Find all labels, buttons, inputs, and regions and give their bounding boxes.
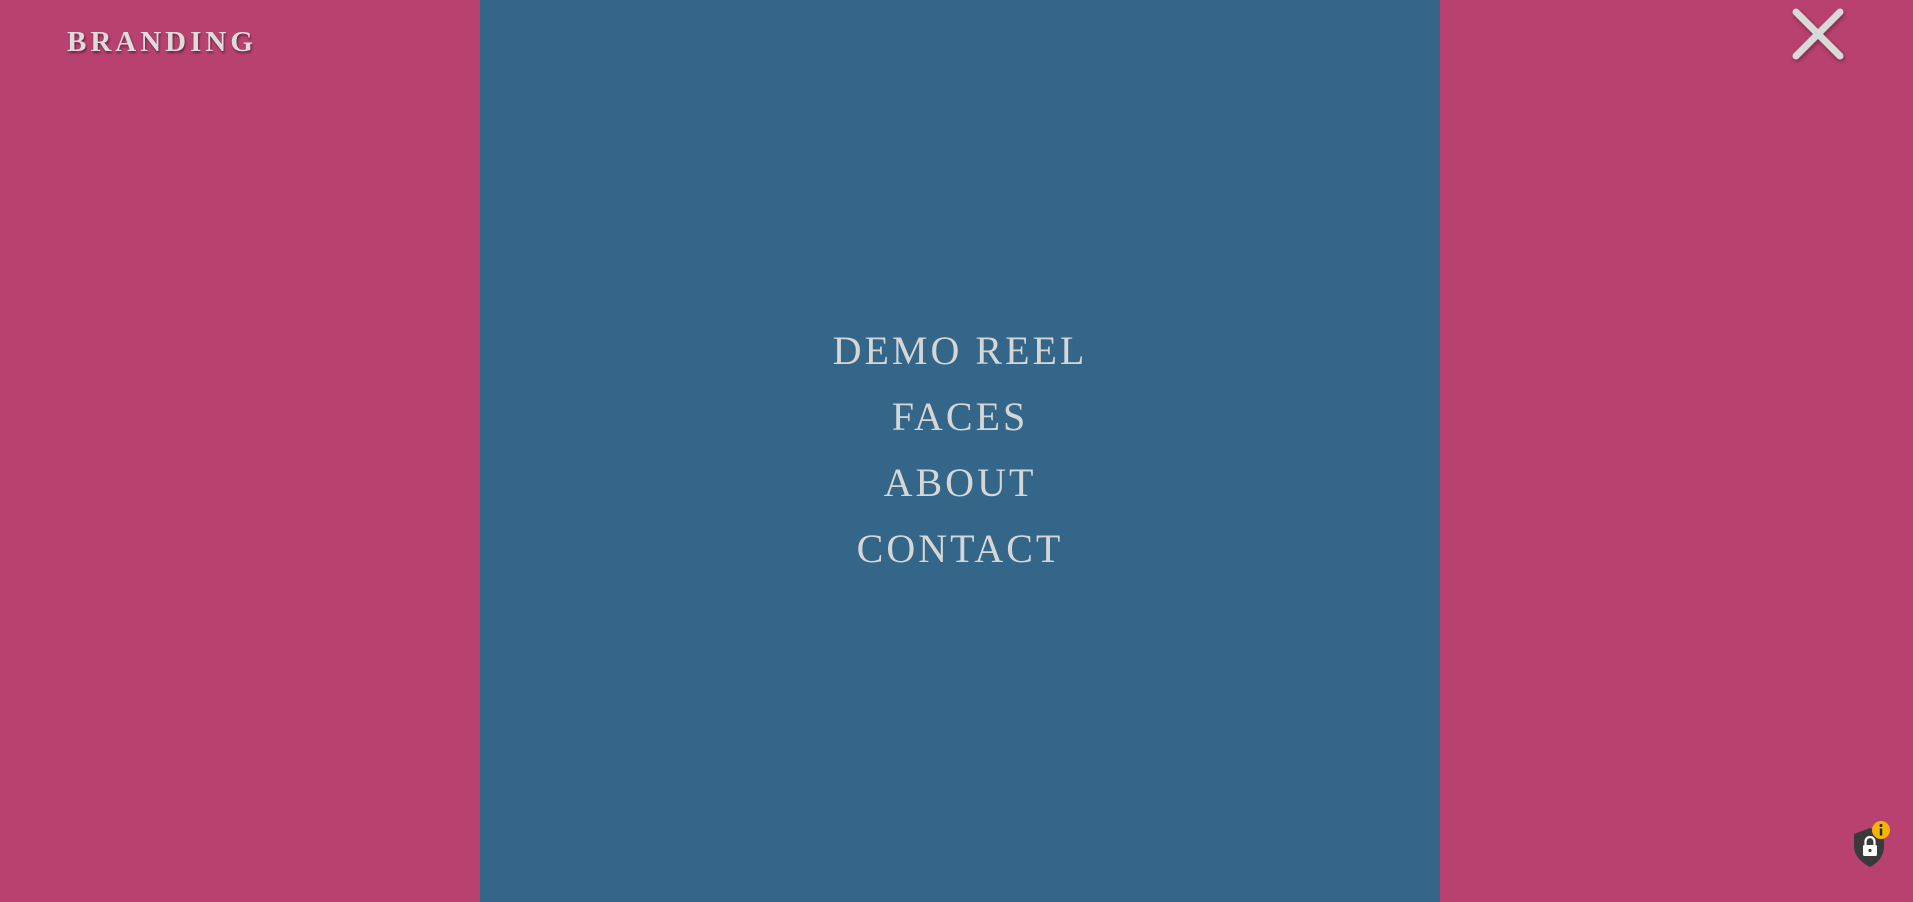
brand-logo[interactable]: BRANDING <box>67 26 257 59</box>
menu-item-contact: CONTACT <box>480 516 1440 582</box>
menu-link-faces[interactable]: FACES <box>892 394 1029 439</box>
info-icon <box>1872 821 1890 839</box>
shield-lock-icon <box>1854 821 1890 867</box>
menu-item-faces: FACES <box>480 384 1440 450</box>
right-panel <box>1440 0 1913 902</box>
menu-link-contact[interactable]: CONTACT <box>857 526 1064 571</box>
page: BRANDING DEMO REEL FACES ABOUT CONTACT <box>0 0 1913 902</box>
main-nav-menu: DEMO REEL FACES ABOUT CONTACT <box>480 318 1440 582</box>
menu-item-demo-reel: DEMO REEL <box>480 318 1440 384</box>
close-menu-button[interactable] <box>1790 6 1846 62</box>
menu-link-demo-reel[interactable]: DEMO REEL <box>833 328 1088 373</box>
privacy-settings-button[interactable] <box>1850 820 1890 870</box>
close-icon <box>1792 8 1844 60</box>
left-panel <box>0 0 480 902</box>
menu-item-about: ABOUT <box>480 450 1440 516</box>
menu-link-about[interactable]: ABOUT <box>884 460 1037 505</box>
